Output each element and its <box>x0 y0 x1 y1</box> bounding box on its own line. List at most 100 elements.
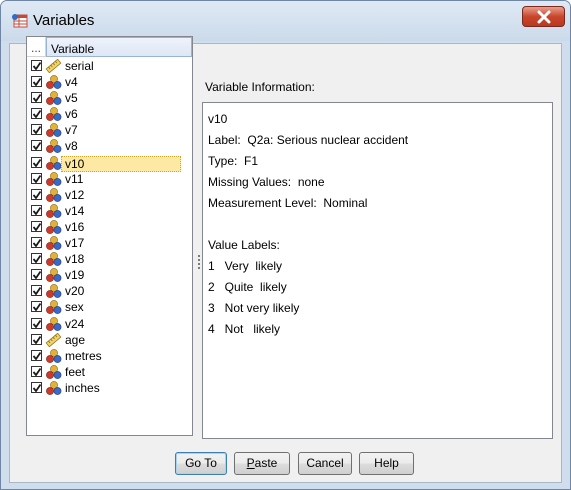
variable-info-panel: v10 Label: Q2a: Serious nuclear accident T… <box>202 102 553 439</box>
check-icon <box>32 110 42 119</box>
check-icon <box>32 61 42 71</box>
info-line: Measurement Level: Nominal <box>208 196 368 210</box>
variable-checkbox[interactable] <box>31 381 42 393</box>
variable-checkbox[interactable] <box>31 301 42 313</box>
variable-checkbox[interactable] <box>31 349 42 361</box>
close-button[interactable] <box>522 6 565 27</box>
list-item[interactable]: age <box>27 332 192 348</box>
list-item[interactable]: v17 <box>27 235 192 251</box>
nominal-icon <box>45 252 62 267</box>
variable-list[interactable]: ... Variable serial v4 v5 v6 v7 v8 v10 v11 v12 v1… <box>26 36 193 436</box>
variable-label: v14 <box>65 203 85 218</box>
variables-table-icon <box>12 14 28 28</box>
header-dots[interactable]: ... <box>27 37 46 57</box>
list-item[interactable]: v18 <box>27 251 192 267</box>
close-icon <box>537 10 551 24</box>
list-item[interactable]: v10 <box>27 155 192 172</box>
goto-button[interactable]: Go To <box>175 452 227 475</box>
variable-checkbox[interactable] <box>31 60 42 71</box>
list-item[interactable]: v19 <box>27 267 192 283</box>
variable-checkbox[interactable] <box>31 156 42 168</box>
list-item[interactable]: metres <box>27 348 192 364</box>
list-item[interactable]: v4 <box>27 74 192 90</box>
check-icon <box>32 78 42 87</box>
list-item[interactable]: v7 <box>27 122 192 138</box>
variable-label: v16 <box>65 219 85 234</box>
check-icon <box>32 239 42 248</box>
title-bar[interactable]: Variables <box>1 1 570 41</box>
variable-checkbox[interactable] <box>31 204 42 216</box>
check-icon <box>32 335 42 345</box>
list-item[interactable]: inches <box>27 380 192 396</box>
variable-label: v5 <box>65 91 78 106</box>
check-icon <box>32 319 42 328</box>
list-item[interactable]: v11 <box>27 171 192 187</box>
check-icon <box>32 303 42 312</box>
list-item[interactable]: v20 <box>27 283 192 299</box>
check-icon <box>32 158 42 168</box>
variable-label: v17 <box>65 236 85 251</box>
paste-button[interactable]: Paste <box>234 452 290 475</box>
info-line: 4 Not likely <box>208 322 281 336</box>
variable-checkbox[interactable] <box>31 92 42 104</box>
variable-checkbox[interactable] <box>31 140 42 152</box>
help-button[interactable]: Help <box>359 452 414 475</box>
list-item[interactable]: v12 <box>27 187 192 203</box>
variable-checkbox[interactable] <box>31 124 42 136</box>
list-item[interactable]: v8 <box>27 138 192 154</box>
variable-checkbox[interactable] <box>31 188 42 200</box>
list-item[interactable]: v24 <box>27 316 192 332</box>
info-line: Missing Values: none <box>208 175 325 189</box>
info-line: Value Labels: <box>208 238 280 252</box>
variable-label: v20 <box>65 284 85 299</box>
info-line: 3 Not very likely <box>208 301 300 315</box>
variable-label: v10 <box>61 155 181 172</box>
list-item[interactable]: v16 <box>27 219 192 235</box>
variable-checkbox[interactable] <box>31 365 42 377</box>
info-line: 1 Very likely <box>208 259 283 273</box>
nominal-icon <box>45 220 62 234</box>
paste-button-label-rest: aste <box>254 456 278 470</box>
variable-label: v18 <box>65 252 85 267</box>
check-icon <box>32 271 42 280</box>
variable-checkbox[interactable] <box>31 172 42 184</box>
list-item[interactable]: feet <box>27 364 192 380</box>
variable-rows: serial v4 v5 v6 v7 v8 v10 v11 v12 v14 v16 v17 v18 v19… <box>27 58 192 396</box>
nominal-icon <box>45 316 62 331</box>
variable-checkbox[interactable] <box>31 220 42 232</box>
variables-dialog: Variables ... Variable serial v4 v5 v6 v7 v8 v… <box>0 0 571 490</box>
variable-checkbox[interactable] <box>31 269 42 281</box>
variable-checkbox[interactable] <box>31 237 42 249</box>
list-item[interactable]: v6 <box>27 106 192 122</box>
check-icon <box>32 287 42 296</box>
variable-checkbox[interactable] <box>31 253 42 265</box>
nominal-icon <box>45 364 62 379</box>
variable-checkbox[interactable] <box>31 285 42 297</box>
list-item[interactable]: v14 <box>27 203 192 219</box>
check-icon <box>32 255 42 264</box>
list-item[interactable]: sex <box>27 299 192 315</box>
list-item[interactable]: serial <box>27 58 192 74</box>
splitter-handle[interactable] <box>197 254 201 270</box>
variable-label: feet <box>65 364 86 379</box>
variable-checkbox[interactable] <box>31 317 42 329</box>
info-title: Variable Information: <box>205 80 315 94</box>
list-header: ... Variable <box>27 37 192 57</box>
info-line: v10 <box>208 112 228 126</box>
ruler-icon <box>45 58 62 74</box>
nominal-icon <box>45 91 62 106</box>
cancel-button[interactable]: Cancel <box>298 452 352 475</box>
variable-label: metres <box>65 348 102 363</box>
variable-checkbox[interactable] <box>31 76 42 88</box>
list-item[interactable]: v5 <box>27 90 192 106</box>
variable-label: serial <box>65 59 94 73</box>
check-icon <box>32 190 42 200</box>
nominal-icon <box>45 187 62 202</box>
variable-checkbox[interactable] <box>31 108 42 120</box>
variable-checkbox[interactable] <box>31 333 42 345</box>
nominal-icon <box>45 171 62 186</box>
variable-label: v6 <box>65 107 78 122</box>
header-variable[interactable]: Variable <box>46 37 192 57</box>
nominal-icon <box>45 155 62 170</box>
nominal-icon <box>45 284 62 299</box>
